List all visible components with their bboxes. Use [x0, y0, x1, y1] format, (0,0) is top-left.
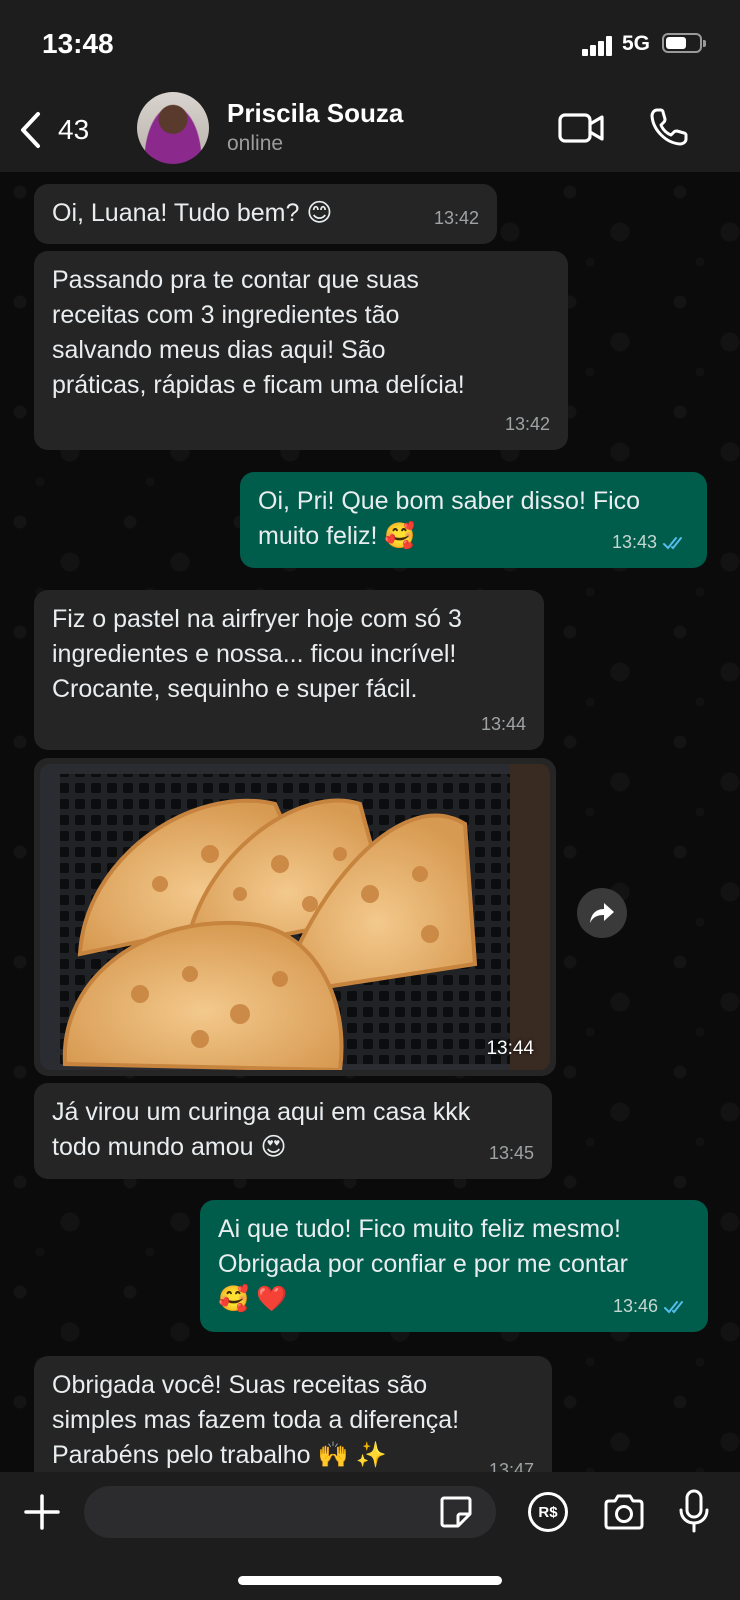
message-time: 13:46	[613, 1289, 690, 1324]
signal-icon	[582, 36, 614, 56]
message-text: Obrigada você! Suas receitas são simples…	[52, 1371, 460, 1469]
back-button[interactable]: 43	[18, 106, 89, 154]
microphone-icon[interactable]	[677, 1488, 711, 1534]
message-time: 13:45	[488, 1143, 534, 1163]
message-time: 13:42	[504, 414, 550, 434]
message-text: Passando pra te contar que suas receitas…	[52, 266, 465, 399]
network-type: 5G	[622, 32, 651, 55]
message-bubble-outgoing[interactable]: Ai que tudo! Fico muito feliz mesmo! Obr…	[200, 1200, 708, 1332]
image-message[interactable]: 13:44	[34, 758, 556, 1076]
chat-header: 43 Priscila Souza online	[0, 88, 740, 172]
unread-count: 43	[58, 114, 90, 145]
contact-name[interactable]: Priscila Souza	[227, 98, 403, 129]
plus-icon[interactable]	[22, 1492, 62, 1532]
forward-arrow-icon	[590, 903, 614, 923]
phone-call-icon[interactable]	[648, 106, 690, 148]
message-bubble-incoming[interactable]: Passando pra te contar que suas receitas…	[34, 251, 568, 450]
message-time: 13:44	[486, 1038, 534, 1059]
status-bar: 13:48 5G	[0, 0, 740, 88]
camera-icon[interactable]	[602, 1492, 646, 1532]
avatar[interactable]	[137, 92, 209, 164]
message-input[interactable]	[84, 1486, 496, 1538]
video-call-icon[interactable]	[557, 108, 605, 148]
battery-icon	[662, 33, 706, 53]
photo-illustration	[40, 764, 550, 1070]
message-text: Já virou um curinga aqui em casa kkk tod…	[52, 1098, 471, 1161]
read-ticks-icon	[664, 1300, 683, 1313]
chevron-left-icon	[21, 112, 40, 148]
message-bubble-incoming[interactable]: Já virou um curinga aqui em casa kkk tod…	[34, 1083, 552, 1179]
message-time-label: 13:43	[611, 532, 657, 552]
forward-button[interactable]	[577, 888, 627, 938]
contact-status: online	[227, 132, 284, 155]
home-indicator[interactable]	[238, 1576, 502, 1585]
message-text: Oi, Luana! Tudo bem? 😊	[52, 199, 333, 227]
read-ticks-icon	[663, 536, 682, 549]
sticker-icon[interactable]	[438, 1494, 474, 1530]
message-time: 13:43	[612, 525, 689, 560]
message-bubble-incoming[interactable]: Fiz o pastel na airfryer hoje com só 3 i…	[34, 590, 544, 750]
pastel-airfryer-photo[interactable]: 13:44	[40, 764, 550, 1070]
status-time: 13:48	[42, 28, 114, 59]
message-bubble-outgoing[interactable]: Oi, Pri! Que bom saber disso! Fico muito…	[240, 472, 707, 568]
payment-button[interactable]: R$	[528, 1492, 568, 1532]
message-time-label: 13:46	[612, 1296, 658, 1316]
message-bubble-incoming[interactable]: Oi, Luana! Tudo bem? 😊 13:42	[34, 184, 497, 244]
message-time: 13:42	[433, 208, 479, 228]
message-time: 13:44	[480, 714, 526, 734]
message-text: Fiz o pastel na airfryer hoje com só 3 i…	[52, 605, 462, 703]
